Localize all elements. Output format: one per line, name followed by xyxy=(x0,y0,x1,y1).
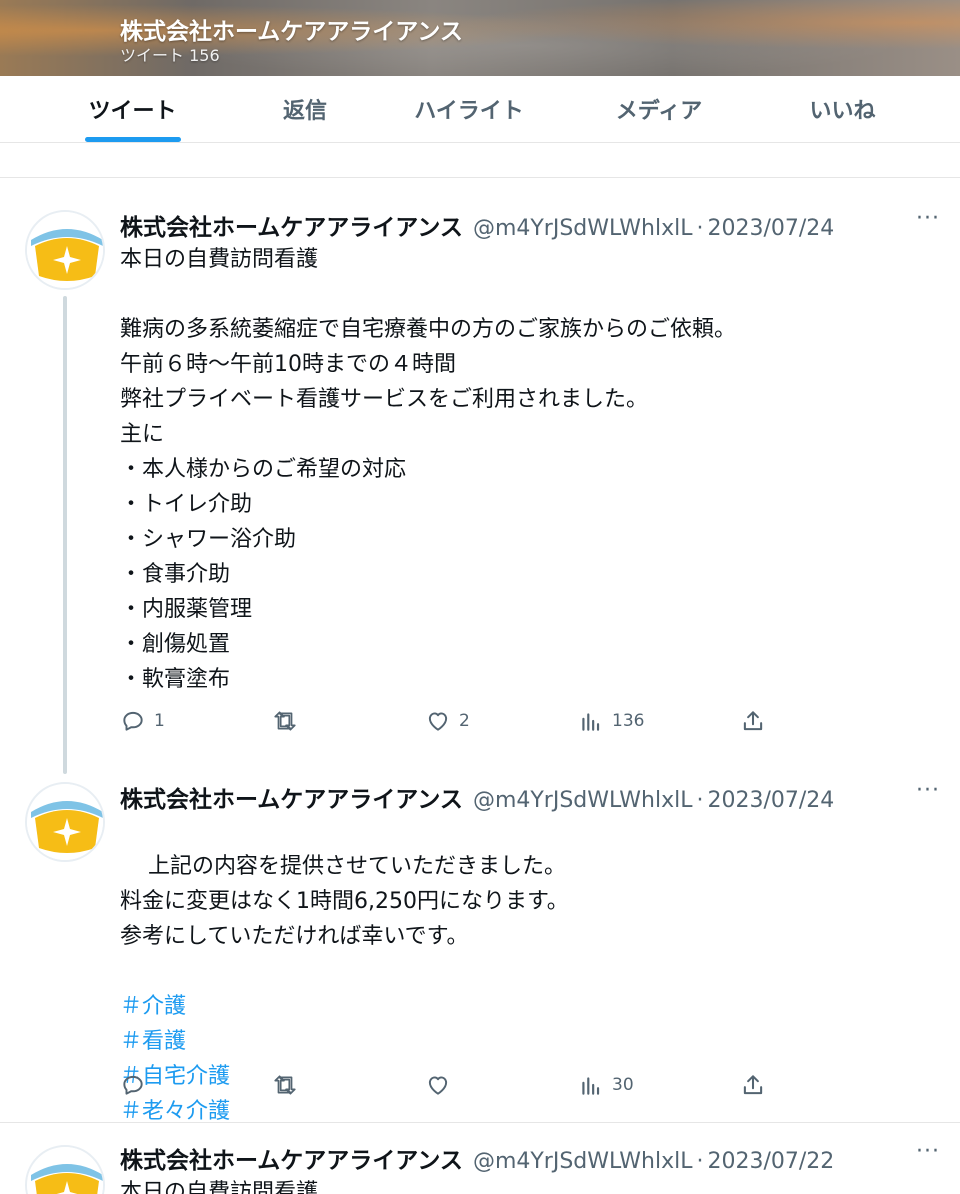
profile-tabs: ツイート 返信 ハイライト メディア いいね xyxy=(0,76,960,143)
avatar[interactable] xyxy=(25,1145,105,1194)
heart-icon xyxy=(428,712,448,731)
retweet-button[interactable] xyxy=(272,1070,306,1100)
tweet-header: 株式会社ホームケアアライアンス @m4YrJSdWLWhlxlL · 2023/… xyxy=(120,780,834,814)
like-button[interactable] xyxy=(425,1070,459,1100)
tweet-text-content: 上記の内容を提供させていただきました。 料金に変更はなく1時間6,250円になり… xyxy=(120,854,569,949)
more-dots-icon[interactable]: ··· xyxy=(916,208,940,238)
tab-highlights[interactable]: ハイライト xyxy=(345,76,593,142)
tweet-author-name[interactable]: 株式会社ホームケアアライアンス xyxy=(120,1141,463,1175)
tab-tweets[interactable]: ツイート xyxy=(0,76,265,142)
tweet[interactable]: 株式会社ホームケアアライアンス @m4YrJSdWLWhlxlL · 2023/… xyxy=(0,178,960,778)
tweet-actions: 30 xyxy=(120,1070,820,1100)
reply-button[interactable]: 1 xyxy=(120,706,165,736)
like-count: 2 xyxy=(459,711,470,731)
avatar[interactable] xyxy=(25,782,105,862)
tab-likes[interactable]: いいね xyxy=(725,76,960,142)
analytics-icon xyxy=(582,713,600,731)
separator-dot: · xyxy=(696,788,704,813)
hashtag-link[interactable]: ＃介護 xyxy=(120,989,569,1024)
view-count: 136 xyxy=(612,711,645,731)
reply-icon xyxy=(123,711,143,731)
header-account-name: 株式会社ホームケアアライアンス xyxy=(120,19,463,45)
tweet-date[interactable]: 2023/07/22 xyxy=(707,1149,834,1174)
company-logo-icon xyxy=(27,212,103,288)
company-logo-icon xyxy=(27,1147,103,1194)
reply-count: 1 xyxy=(154,711,165,731)
separator-dot: · xyxy=(696,1149,704,1174)
tab-replies[interactable]: 返信 xyxy=(265,76,345,142)
analytics-icon xyxy=(582,1077,600,1095)
tweet-date[interactable]: 2023/07/24 xyxy=(707,216,834,241)
heart-icon xyxy=(428,1076,448,1095)
share-icon xyxy=(743,1075,763,1095)
tweet[interactable]: 株式会社ホームケアアライアンス @m4YrJSdWLWhlxlL · 2023/… xyxy=(0,1123,960,1194)
tweet-author-handle[interactable]: @m4YrJSdWLWhlxlL xyxy=(473,216,693,241)
tweet[interactable]: 株式会社ホームケアアライアンス @m4YrJSdWLWhlxlL · 2023/… xyxy=(0,778,960,1124)
views-button[interactable]: 136 xyxy=(578,706,644,736)
tweet-header: 株式会社ホームケアアライアンス @m4YrJSdWLWhlxlL · 2023/… xyxy=(120,1141,834,1175)
profile-header-banner: 株式会社ホームケアアライアンス ツイート 156 xyxy=(0,0,960,76)
reply-button[interactable] xyxy=(120,1070,154,1100)
more-dots-icon[interactable]: ··· xyxy=(916,780,940,810)
tweet-author-name[interactable]: 株式会社ホームケアアライアンス xyxy=(120,780,463,814)
tweet-actions: 1 2 136 xyxy=(120,706,820,736)
share-button[interactable] xyxy=(740,706,766,736)
retweet-button[interactable] xyxy=(272,706,306,736)
reply-icon xyxy=(123,1075,143,1095)
like-button[interactable]: 2 xyxy=(425,706,470,736)
tweet-header: 株式会社ホームケアアライアンス @m4YrJSdWLWhlxlL · 2023/… xyxy=(120,208,834,242)
thread-line xyxy=(63,296,67,774)
tweet-author-name[interactable]: 株式会社ホームケアアライアンス xyxy=(120,208,463,242)
views-button[interactable]: 30 xyxy=(578,1070,634,1100)
share-icon xyxy=(743,711,763,731)
tweet-date[interactable]: 2023/07/24 xyxy=(707,788,834,813)
view-count: 30 xyxy=(612,1075,634,1095)
avatar[interactable] xyxy=(25,210,105,290)
retweet-icon xyxy=(274,1075,296,1095)
company-logo-icon xyxy=(27,784,103,860)
tab-media[interactable]: メディア xyxy=(593,76,725,142)
separator-dot: · xyxy=(696,216,704,241)
tabs-spacer xyxy=(0,143,960,178)
tweet-text: 本日の自費訪問看護 難病の多系統萎縮症で自宅療養中の方のご家族からのご依頼。 午… xyxy=(120,247,737,692)
hashtag-link[interactable]: ＃看護 xyxy=(120,1024,569,1059)
header-tweet-count: ツイート 156 xyxy=(120,46,220,65)
tweet-author-handle[interactable]: @m4YrJSdWLWhlxlL xyxy=(473,788,693,813)
more-dots-icon[interactable]: ··· xyxy=(916,1141,940,1171)
tweet-text: 本日の自費訪問看護 xyxy=(120,1180,319,1194)
tweet-author-handle[interactable]: @m4YrJSdWLWhlxlL xyxy=(473,1149,693,1174)
retweet-icon xyxy=(274,711,296,731)
share-button[interactable] xyxy=(740,1070,766,1100)
